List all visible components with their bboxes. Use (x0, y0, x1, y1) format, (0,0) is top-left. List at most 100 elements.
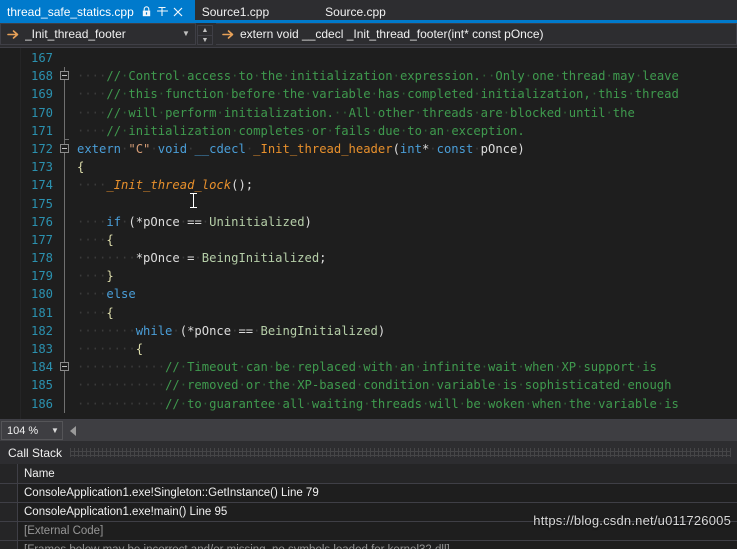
fold-marker[interactable] (55, 394, 77, 413)
fold-marker[interactable] (55, 121, 77, 141)
call-stack-row[interactable]: ConsoleApplication1.exe!Singleton::GetIn… (0, 484, 737, 503)
fold-collapse-icon[interactable] (60, 71, 69, 81)
code-line[interactable] (77, 195, 737, 213)
fold-marker[interactable] (55, 230, 77, 250)
fold-marker[interactable] (55, 212, 77, 231)
code-line[interactable]: ····//·this·function·before·the·variable… (77, 85, 737, 103)
navigation-bar: _Init_thread_footer ▼ ▲ ▼ extern void __… (0, 23, 737, 48)
close-icon[interactable] (172, 4, 185, 19)
zoom-level-value: 104 % (7, 424, 39, 437)
code-line[interactable]: ············//·to·guarantee·all·waiting·… (77, 395, 737, 413)
call-stack-row[interactable]: ConsoleApplication1.exe!main() Line 95 (0, 503, 737, 522)
call-stack-frame-name[interactable]: ConsoleApplication1.exe!main() Line 95 (18, 506, 227, 518)
function-scope-dropdown[interactable]: extern void __cdecl _Init_thread_footer(… (216, 23, 737, 45)
code-editor[interactable]: 167 168 169 170 171 172 173 174 175 176 177 178 179 1… (0, 48, 737, 419)
code-line[interactable]: ····{ (77, 231, 737, 249)
code-line[interactable] (77, 49, 737, 67)
fold-marker[interactable] (55, 249, 77, 268)
call-stack-title: Call Stack (8, 445, 63, 460)
member-scope-dropdown[interactable]: _Init_thread_footer ▼ (0, 23, 196, 45)
code-line[interactable]: ····//·initialization·completes·or·fails… (77, 122, 737, 140)
fold-marker[interactable] (55, 321, 77, 340)
source-code-text[interactable]: ····//·Control·access·to·the·initializat… (77, 48, 737, 419)
code-line[interactable]: ····} (77, 267, 737, 285)
fold-marker[interactable] (55, 358, 77, 377)
line-number: 170 (30, 105, 53, 120)
fold-marker[interactable] (55, 103, 77, 122)
horizontal-scroll-left-arrow[interactable] (70, 425, 76, 436)
tab-label: Source.cpp (325, 4, 386, 19)
visual-studio-window: thread_safe_statics.cpp Source1.cpp Sour… (0, 0, 737, 549)
spinner-up-button[interactable]: ▲ (197, 25, 213, 35)
code-line[interactable]: ····//·will·perform·initialization.··All… (77, 104, 737, 122)
tab-strip-underline (0, 20, 737, 23)
call-stack-row[interactable]: [External Code] (0, 522, 737, 541)
fold-marker[interactable] (55, 176, 77, 195)
breakpoint-margin[interactable] (0, 48, 21, 419)
line-number: 173 (30, 160, 53, 175)
code-line[interactable]: { (77, 158, 737, 176)
line-number: 167 (30, 51, 53, 65)
fold-marker[interactable] (55, 267, 77, 286)
fold-marker[interactable] (55, 139, 77, 159)
code-line[interactable]: ············//·removed·or·the·XP-based·c… (77, 376, 737, 394)
pin-icon[interactable] (156, 4, 169, 19)
fold-collapse-icon[interactable] (60, 143, 69, 153)
fold-marker[interactable] (55, 376, 77, 395)
fold-marker[interactable] (55, 49, 77, 67)
member-arrow-icon (6, 27, 20, 41)
code-line[interactable]: ····{ (77, 304, 737, 322)
call-stack-frame-name[interactable]: ConsoleApplication1.exe!Singleton::GetIn… (18, 487, 319, 499)
function-scope-value: extern void __cdecl _Init_thread_footer(… (240, 27, 544, 41)
fold-marker[interactable] (55, 194, 77, 213)
fold-marker[interactable] (55, 67, 77, 86)
zoom-level-dropdown[interactable]: 104 % ▼ (1, 421, 63, 440)
call-stack-header-row: Name (0, 464, 737, 484)
fold-marker[interactable] (55, 303, 77, 322)
code-line[interactable]: ····//·Control·access·to·the·initializat… (77, 67, 737, 85)
lock-icon[interactable] (140, 4, 153, 19)
code-line[interactable]: ········{ (77, 340, 737, 358)
code-area[interactable]: 167 168 169 170 171 172 173 174 175 176 177 178 179 1… (0, 48, 737, 419)
line-number: 176 (30, 214, 53, 229)
line-number: 169 (30, 87, 53, 102)
line-number: 180 (30, 287, 53, 302)
line-number: 179 (30, 269, 53, 284)
chevron-down-icon[interactable]: ▼ (48, 426, 62, 435)
fold-marker[interactable] (55, 285, 77, 304)
line-number: 186 (30, 396, 53, 411)
editor-tab-strip: thread_safe_statics.cpp Source1.cpp Sour… (0, 0, 737, 23)
column-header-name[interactable]: Name (18, 468, 55, 480)
code-line[interactable]: ········*pOnce·=·BeingInitialized; (77, 249, 737, 267)
call-stack-frame-name[interactable]: [External Code] (18, 525, 103, 537)
code-folding-margin[interactable] (55, 48, 77, 419)
fold-marker[interactable] (55, 85, 77, 104)
code-line[interactable]: ····_Init_thread_lock(); (77, 176, 737, 194)
fold-marker[interactable] (55, 340, 77, 359)
call-stack-row[interactable]: [Frames below may be incorrect and/or mi… (0, 541, 737, 549)
call-stack-gutter (0, 522, 18, 540)
member-scope-value: _Init_thread_footer (25, 27, 126, 41)
editor-status-bar: 104 % ▼ (0, 419, 737, 441)
chevron-down-icon[interactable]: ▼ (179, 30, 193, 38)
tab-label: Source1.cpp (201, 4, 270, 19)
navigation-spinner[interactable]: ▲ ▼ (197, 23, 213, 47)
code-line[interactable]: ····if·(*pOnce·==·Uninitialized) (77, 213, 737, 231)
line-number: 181 (30, 305, 53, 320)
call-stack-gutter (0, 464, 18, 483)
call-stack-gutter (0, 541, 18, 549)
fold-collapse-icon[interactable] (60, 362, 69, 372)
spinner-down-button[interactable]: ▼ (197, 35, 213, 45)
line-number: 168 (30, 69, 53, 84)
call-stack-panel: Call Stack NameConsoleApplication1.exe!S… (0, 441, 737, 549)
code-line[interactable]: ····else (77, 285, 737, 303)
fold-marker[interactable] (55, 158, 77, 177)
code-line[interactable]: extern·"C"·void·__cdecl·_Init_thread_hea… (77, 140, 737, 158)
code-line[interactable]: ········while·(*pOnce·==·BeingInitialize… (77, 322, 737, 340)
code-line[interactable]: ············//·Timeout·can·be·replaced·w… (77, 358, 737, 376)
call-stack-grid[interactable]: NameConsoleApplication1.exe!Singleton::G… (0, 464, 737, 549)
call-stack-frame-name[interactable]: [Frames below may be incorrect and/or mi… (18, 544, 450, 549)
line-number: 175 (30, 196, 53, 211)
line-number: 178 (30, 251, 53, 266)
panel-grip-texture (70, 448, 731, 457)
